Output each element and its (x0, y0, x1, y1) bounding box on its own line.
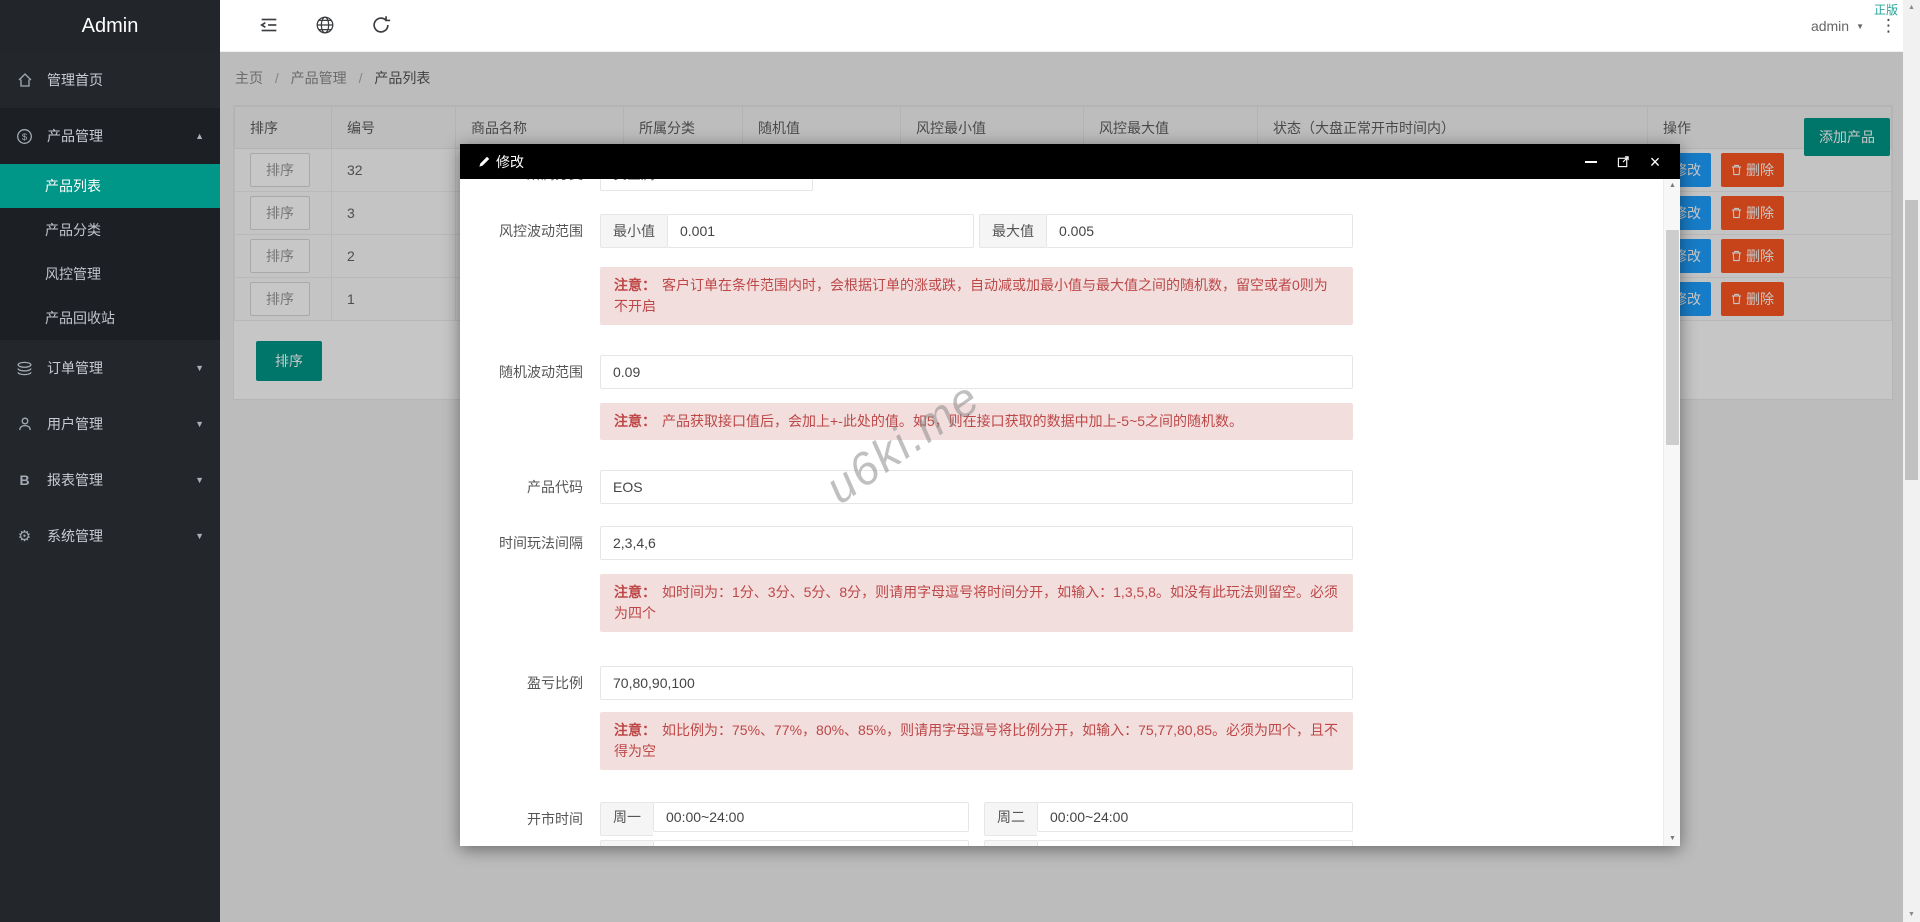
note-random-range: 注意：产品获取接口值后，会加上+-此处的值。如5，则在接口获取的数据中加上-5~… (460, 403, 1663, 440)
warning-note: 注意：如比例为：75%、77%，80%、85%，则请用字母逗号将比例分开，如输入… (600, 712, 1353, 770)
form-row-random-range: 随机波动范围 (460, 355, 1663, 389)
note-time-play: 注意：如时间为：1分、3分、5分、8分，则请用字母逗号将时间分开，如输入：1,3… (460, 574, 1663, 632)
gear-icon: ⚙ (16, 528, 33, 545)
note-risk-range: 注意：客户订单在条件范围内时，会根据订单的涨或跌，自动减或加最小值与最大值之间的… (460, 267, 1663, 325)
form-row-risk-range: 风控波动范围 最小值 最大值 (460, 214, 1663, 248)
time-play-input[interactable] (600, 526, 1353, 560)
brand-title: Admin (0, 0, 220, 52)
page-scrollbar-thumb[interactable] (1905, 200, 1918, 480)
form-row-product-code: 产品代码 (460, 470, 1663, 504)
sidebar-item-label: 报表管理 (47, 470, 103, 490)
license-badge: 正版 (1874, 1, 1898, 18)
refresh-icon[interactable] (370, 14, 394, 38)
sidebar-item-risk-management[interactable]: 风控管理 (0, 252, 220, 296)
form-row-profit-ratio: 盈亏比例 (460, 666, 1663, 700)
svg-text:$: $ (22, 132, 28, 143)
form-row-time-play: 时间玩法间隔 (460, 526, 1663, 560)
thursday-label: 周四 (984, 840, 1037, 846)
user-icon (16, 416, 33, 433)
sidebar-item-dashboard[interactable]: 管理首页 (0, 52, 220, 108)
wednesday-time-input[interactable] (653, 840, 969, 846)
modal-title: 修改 (478, 152, 1566, 172)
risk-max-input[interactable] (1046, 214, 1353, 248)
sidebar-item-orders[interactable]: 订单管理 ▼ (0, 340, 220, 396)
sidebar-item-label: 用户管理 (47, 414, 103, 434)
dollar-circle-icon: $ (16, 128, 33, 145)
max-addon-label: 最大值 (979, 214, 1046, 248)
sidebar-item-users[interactable]: 用户管理 ▼ (0, 396, 220, 452)
scroll-up-arrow[interactable]: ▲ (1903, 0, 1920, 15)
scroll-up-arrow[interactable]: ▲ (1664, 179, 1680, 193)
pencil-icon (478, 155, 491, 168)
field-label: 开市时间 (460, 802, 600, 836)
minimize-button[interactable] (1584, 155, 1598, 169)
sidebar: Admin 管理首页 $ 产品管理 ▲ 产品列表 产品分类 风控管理 产品回收站 (0, 0, 220, 922)
globe-icon[interactable] (314, 14, 338, 38)
sidebar-item-product-recycle[interactable]: 产品回收站 (0, 296, 220, 340)
warning-note: 注意：产品获取接口值后，会加上+-此处的值。如5，则在接口获取的数据中加上-5~… (600, 403, 1353, 440)
field-label: 所属分类 (460, 179, 600, 191)
sidebar-item-label: 系统管理 (47, 526, 103, 546)
modal-scrollbar-thumb[interactable] (1666, 230, 1679, 445)
random-range-input[interactable] (600, 355, 1353, 389)
close-icon[interactable]: × (1648, 155, 1662, 169)
tuesday-label: 周二 (984, 802, 1037, 836)
chevron-down-icon: ▼ (195, 363, 204, 373)
profit-ratio-input[interactable] (600, 666, 1353, 700)
thursday-time-input[interactable] (1037, 840, 1353, 846)
warning-note: 注意：客户订单在条件范围内时，会根据订单的涨或跌，自动减或加最小值与最大值之间的… (600, 267, 1353, 325)
field-label: 随机波动范围 (460, 355, 600, 389)
form-row-market-time-1: 开市时间 周一 周二 (460, 802, 1663, 836)
sidebar-item-product-list[interactable]: 产品列表 (0, 164, 220, 208)
modal-titlebar: 修改 × (460, 144, 1680, 179)
user-menu[interactable]: admin ▼ (1811, 0, 1864, 52)
scroll-down-arrow[interactable]: ▼ (1664, 832, 1680, 846)
sidebar-item-reports[interactable]: B 报表管理 ▼ (0, 452, 220, 508)
edit-product-modal: 修改 × 所属分类 风控波动范围 最小值 (460, 144, 1680, 846)
wednesday-label: 周三 (600, 840, 653, 846)
monday-time-input[interactable] (653, 802, 969, 832)
chevron-up-icon: ▲ (195, 131, 204, 141)
field-label: 产品代码 (460, 470, 600, 504)
scroll-down-arrow[interactable]: ▼ (1903, 907, 1920, 922)
form-row-category: 所属分类 (460, 179, 1663, 191)
sidebar-item-product-management[interactable]: $ 产品管理 ▲ (0, 108, 220, 164)
chevron-down-icon: ▼ (195, 475, 204, 485)
monday-label: 周一 (600, 802, 653, 836)
sidebar-item-label: 管理首页 (47, 70, 103, 90)
category-input[interactable] (600, 179, 813, 191)
chevron-down-icon: ▼ (1856, 22, 1864, 31)
form-row-market-time-2: 周三 周四 (460, 840, 1663, 846)
field-label: 时间玩法间隔 (460, 526, 600, 560)
modal-body: 所属分类 风控波动范围 最小值 最大值 (460, 179, 1680, 846)
warning-note: 注意：如时间为：1分、3分、5分、8分，则请用字母逗号将时间分开，如输入：1,3… (600, 574, 1353, 632)
maximize-button[interactable] (1616, 155, 1630, 169)
field-label: 风控波动范围 (460, 214, 600, 248)
page-scrollbar: ▲ ▼ (1903, 0, 1920, 922)
chevron-down-icon: ▼ (195, 419, 204, 429)
sidebar-item-product-category[interactable]: 产品分类 (0, 208, 220, 252)
edit-form: 所属分类 风控波动范围 最小值 最大值 (460, 179, 1663, 846)
products-submenu: 产品列表 产品分类 风控管理 产品回收站 (0, 164, 220, 340)
sidebar-item-label: 产品管理 (47, 126, 103, 146)
field-label: 盈亏比例 (460, 666, 600, 700)
sidebar-menu: 管理首页 $ 产品管理 ▲ 产品列表 产品分类 风控管理 产品回收站 订单管理 (0, 52, 220, 564)
min-addon-label: 最小值 (600, 214, 667, 248)
chevron-down-icon: ▼ (195, 531, 204, 541)
topbar: admin ▼ ⋮ (220, 0, 1920, 52)
sidebar-group-products: $ 产品管理 ▲ 产品列表 产品分类 风控管理 产品回收站 (0, 108, 220, 340)
collapse-menu-icon[interactable] (258, 14, 282, 38)
sidebar-item-label: 订单管理 (47, 358, 103, 378)
layers-icon (16, 360, 33, 377)
product-code-input[interactable] (600, 470, 1353, 504)
username: admin (1811, 18, 1849, 34)
note-profit-ratio: 注意：如比例为：75%、77%，80%、85%，则请用字母逗号将比例分开，如输入… (460, 712, 1663, 770)
sidebar-item-system[interactable]: ⚙ 系统管理 ▼ (0, 508, 220, 564)
modal-scrollbar: ▲ ▼ (1663, 179, 1680, 846)
risk-min-input[interactable] (667, 214, 974, 248)
report-b-icon: B (16, 472, 33, 489)
home-icon (16, 72, 33, 89)
tuesday-time-input[interactable] (1037, 802, 1353, 832)
